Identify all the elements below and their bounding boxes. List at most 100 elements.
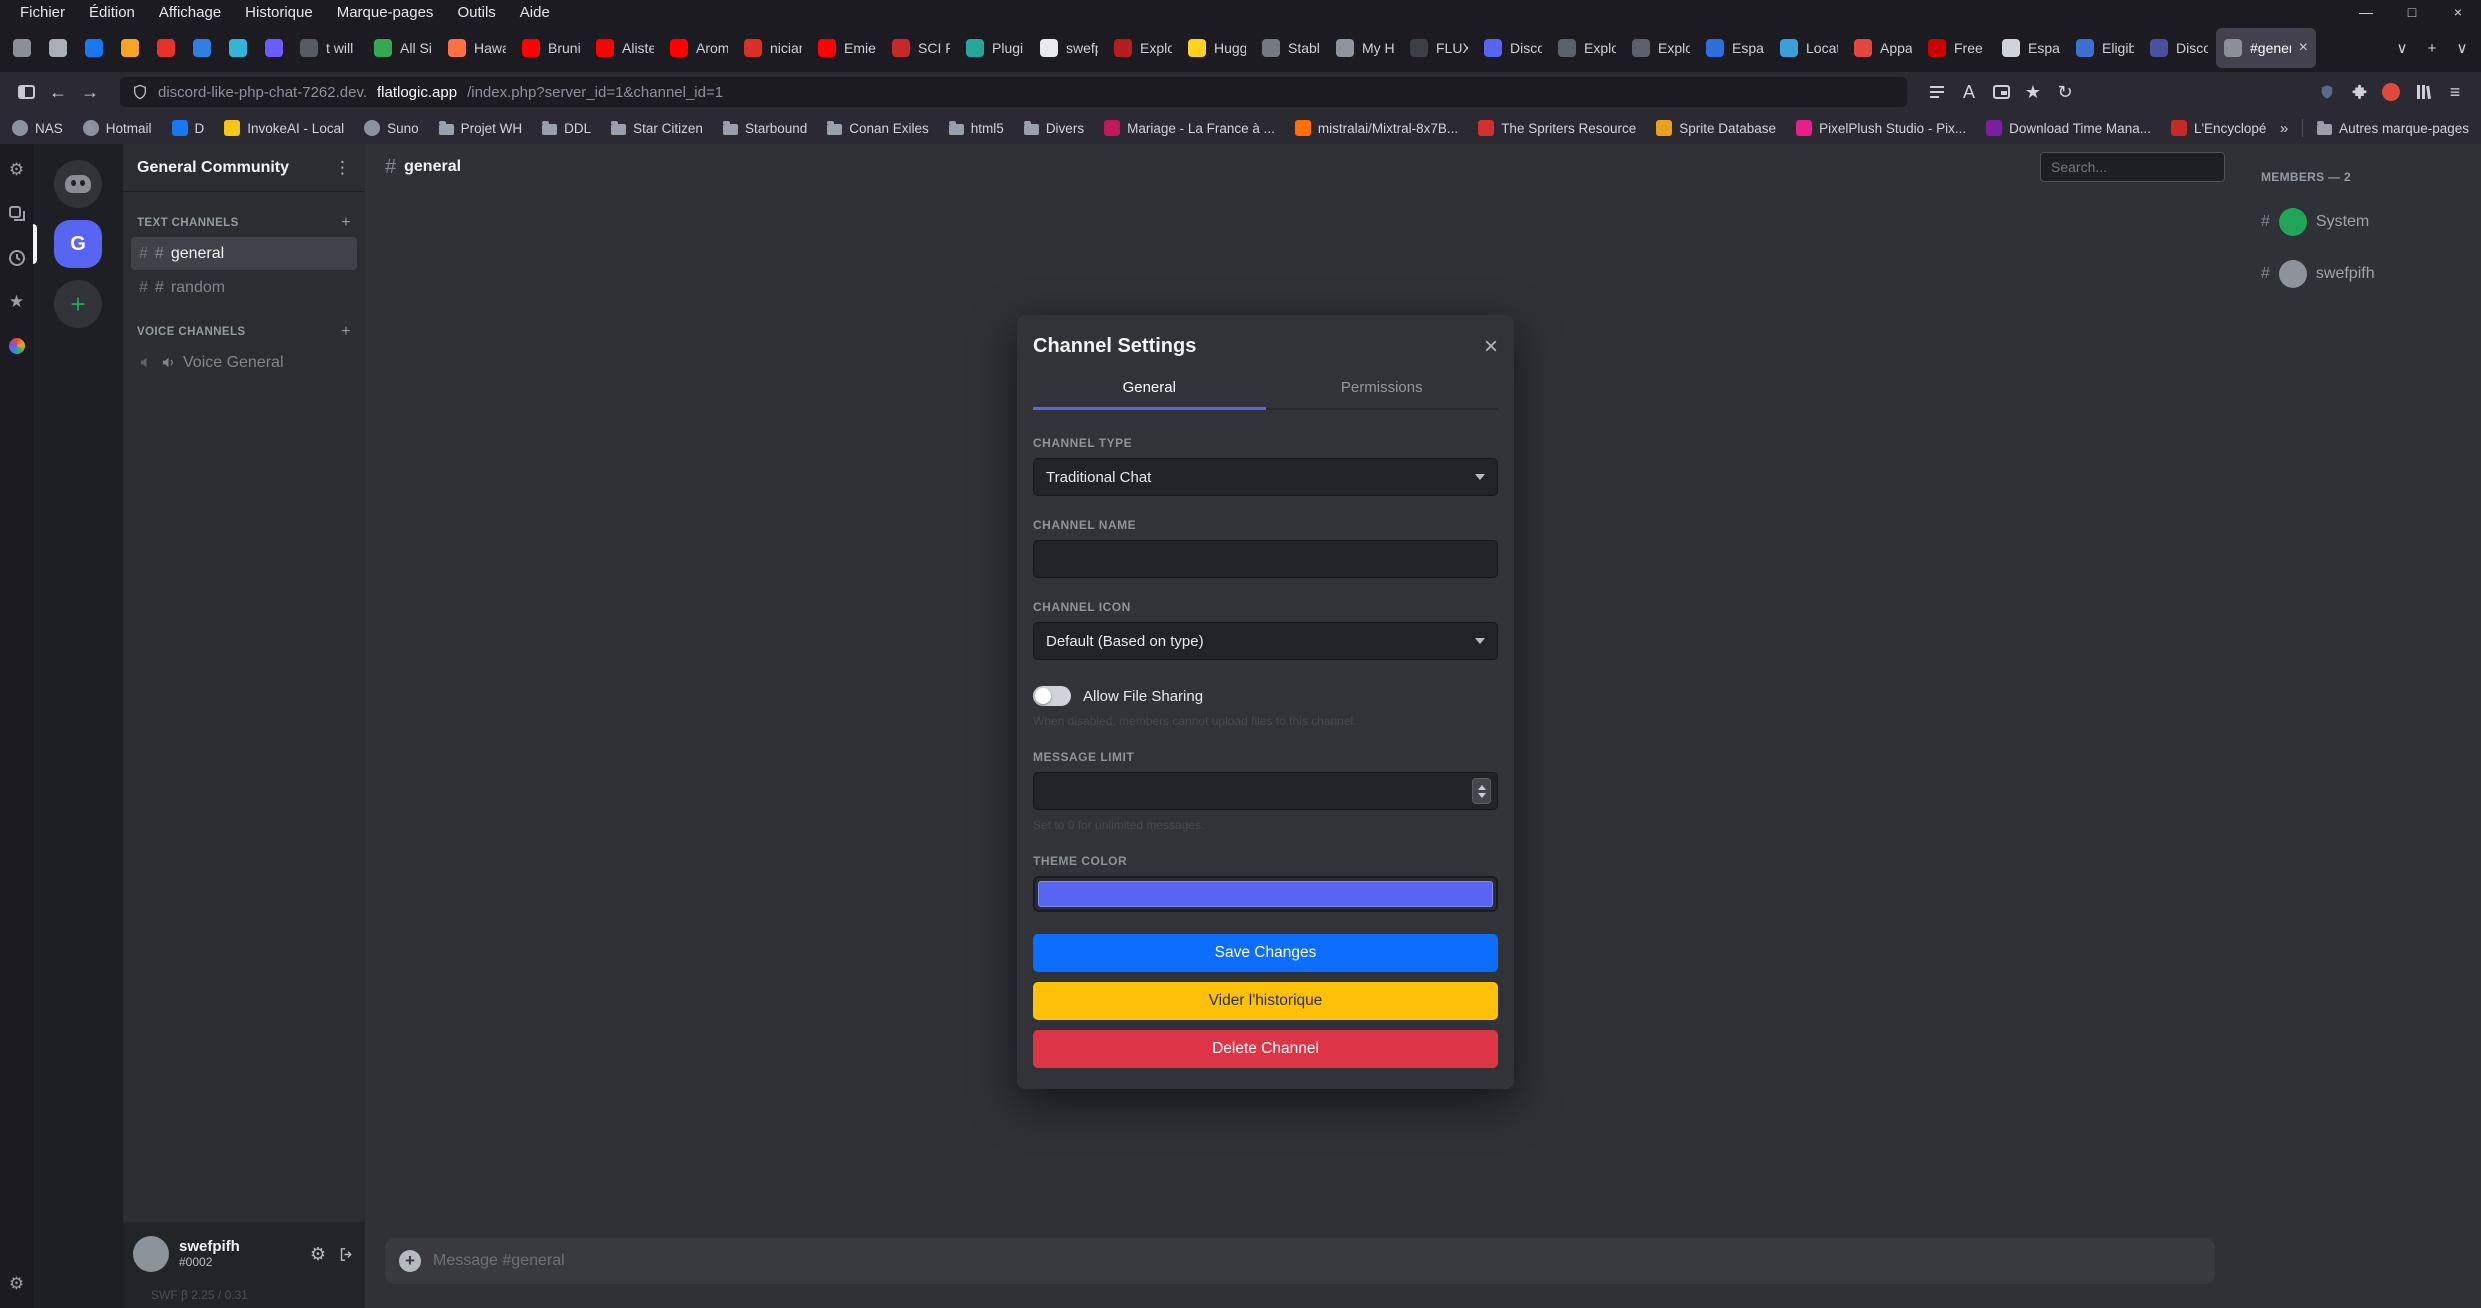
browser-tab[interactable]: Espace ab <box>1994 28 2068 68</box>
member-item[interactable]: # swefpifh <box>2261 260 2473 288</box>
tools-gear-icon[interactable]: ⚙ <box>7 160 27 180</box>
browser-tab[interactable]: swefp <box>1032 28 1106 68</box>
browser-tab[interactable]: Hugg <box>1180 28 1254 68</box>
browser-tab[interactable]: SCI R <box>884 28 958 68</box>
tab-overflow-icon[interactable]: ∨ <box>2447 39 2477 57</box>
bookmark-item[interactable]: The Spriters Resource <box>1478 120 1636 136</box>
bookmark-item[interactable]: PixelPlush Studio - Pix... <box>1796 120 1966 136</box>
browser-tab[interactable]: Hawa <box>440 28 514 68</box>
bookmarks-star-icon[interactable]: ★ <box>7 292 27 312</box>
bookmarks-overflow-icon[interactable]: » <box>2280 120 2288 137</box>
pinned-tab[interactable] <box>76 28 112 68</box>
channel-icon-select[interactable]: Default (Based on type) <box>1033 622 1498 660</box>
browser-tab[interactable]: Alister <box>588 28 662 68</box>
extensions-puzzle-icon[interactable] <box>2343 76 2375 108</box>
browser-tab[interactable]: Explo <box>1106 28 1180 68</box>
member-item[interactable]: # System <box>2261 208 2473 236</box>
menu-item[interactable]: Affichage <box>149 2 231 23</box>
active-tab[interactable]: #gener × <box>2216 28 2316 68</box>
library-icon[interactable] <box>2407 76 2439 108</box>
channel-name-input[interactable] <box>1033 540 1498 578</box>
number-spinner[interactable] <box>1472 778 1491 804</box>
bookmark-item[interactable]: D <box>172 120 205 136</box>
file-sharing-toggle[interactable] <box>1033 686 1071 706</box>
bookmark-star-icon[interactable]: ★ <box>2017 76 2049 108</box>
palette-extension-icon[interactable] <box>7 336 27 356</box>
browser-tab[interactable]: Appar <box>1846 28 1920 68</box>
channel-type-select[interactable]: Traditional Chat <box>1033 458 1498 496</box>
forward-icon[interactable]: → <box>74 76 106 108</box>
browser-tab[interactable]: Stable <box>1254 28 1328 68</box>
add-server-button[interactable]: + <box>54 280 102 328</box>
modal-close-icon[interactable]: × <box>1484 335 1498 359</box>
bookmark-item[interactable]: Sprite Database <box>1656 120 1776 136</box>
tab-general[interactable]: General <box>1033 379 1266 410</box>
bookmark-item[interactable]: InvokeAI - Local <box>224 120 344 136</box>
back-icon[interactable]: ← <box>42 76 74 108</box>
browser-tab[interactable]: EmieO <box>810 28 884 68</box>
tab-close-icon[interactable]: × <box>2299 39 2308 57</box>
bookmark-item[interactable]: Hotmail <box>83 120 152 136</box>
add-text-channel-icon[interactable]: + <box>341 214 351 232</box>
profile-avatar[interactable] <box>2375 76 2407 108</box>
pinned-tab[interactable] <box>184 28 220 68</box>
browser-tab[interactable]: Eligib <box>2068 28 2142 68</box>
browser-tab[interactable]: All Si <box>366 28 440 68</box>
message-composer[interactable]: + Message #general <box>385 1238 2215 1284</box>
bookmark-item[interactable]: html5 <box>949 120 1004 136</box>
menu-hamburger-icon[interactable]: ≡ <box>2439 76 2471 108</box>
pinned-tab[interactable] <box>40 28 76 68</box>
spinner-down-icon[interactable] <box>1478 793 1486 798</box>
reader-view-icon[interactable] <box>1921 76 1953 108</box>
browser-tab[interactable]: Disco <box>1476 28 1550 68</box>
user-settings-gear-icon[interactable]: ⚙ <box>310 1244 326 1265</box>
bookmark-item[interactable]: Conan Exiles <box>827 120 929 136</box>
logout-icon[interactable] <box>338 1246 355 1263</box>
shield-icon[interactable] <box>132 84 148 100</box>
server-menu-icon[interactable]: ⋮ <box>334 158 351 178</box>
close-icon[interactable]: × <box>2435 4 2481 20</box>
browser-tab[interactable]: niciar <box>736 28 810 68</box>
menu-item[interactable]: Édition <box>79 2 145 23</box>
browser-tab[interactable]: Bruni <box>514 28 588 68</box>
translate-icon[interactable]: A <box>1953 76 1985 108</box>
menu-item[interactable]: Marque-pages <box>327 2 444 23</box>
pinned-tab[interactable] <box>220 28 256 68</box>
browser-tab[interactable]: Plugin <box>958 28 1032 68</box>
menu-item[interactable]: Fichier <box>10 2 75 23</box>
message-limit-input[interactable] <box>1033 772 1498 810</box>
menu-item[interactable]: Historique <box>235 2 323 23</box>
bookmark-item[interactable]: Suno <box>364 120 419 136</box>
browser-tab[interactable]: Espace cli <box>1698 28 1772 68</box>
pinned-tab[interactable] <box>112 28 148 68</box>
add-voice-channel-icon[interactable]: + <box>341 323 351 341</box>
other-bookmarks-button[interactable]: Autres marque-pages <box>2317 121 2469 136</box>
minimize-icon[interactable]: — <box>2343 4 2389 20</box>
server-icon-general[interactable]: G <box>54 220 102 268</box>
maximize-icon[interactable]: □ <box>2389 4 2435 20</box>
pinned-tab[interactable] <box>4 28 40 68</box>
browser-tab[interactable]: Disco <box>2142 28 2216 68</box>
bookmark-item[interactable]: Starbound <box>723 120 807 136</box>
bookmark-item[interactable]: Download Time Mana... <box>1986 120 2151 136</box>
theme-color-picker[interactable] <box>1033 876 1498 912</box>
delete-channel-button[interactable]: Delete Channel <box>1033 1030 1498 1068</box>
bookmark-item[interactable]: L'Encyclopédie Fantast... <box>2171 120 2266 136</box>
attach-plus-icon[interactable]: + <box>399 1250 421 1272</box>
bookmark-item[interactable]: mistralai/Mixtral-8x7B... <box>1295 120 1458 136</box>
browser-tab[interactable]: Arom <box>662 28 736 68</box>
bookmark-item[interactable]: NAS <box>12 120 63 136</box>
search-input[interactable] <box>2040 152 2225 182</box>
picture-in-picture-icon[interactable] <box>1985 76 2017 108</box>
home-discord-button[interactable] <box>54 160 102 208</box>
menu-item[interactable]: Outils <box>447 2 505 23</box>
browser-tab[interactable]: Free <box>1920 28 1994 68</box>
spinner-up-icon[interactable] <box>1478 785 1486 790</box>
voice-channel-item[interactable]: Voice General <box>131 346 357 379</box>
bookmark-item[interactable]: DDL <box>542 120 591 136</box>
clear-history-button[interactable]: Vider l'historique <box>1033 982 1498 1020</box>
browser-tab[interactable]: Locat <box>1772 28 1846 68</box>
pinned-tab[interactable] <box>148 28 184 68</box>
bookmark-item[interactable]: Mariage - La France à ... <box>1104 120 1275 136</box>
layers-icon[interactable] <box>7 204 27 224</box>
